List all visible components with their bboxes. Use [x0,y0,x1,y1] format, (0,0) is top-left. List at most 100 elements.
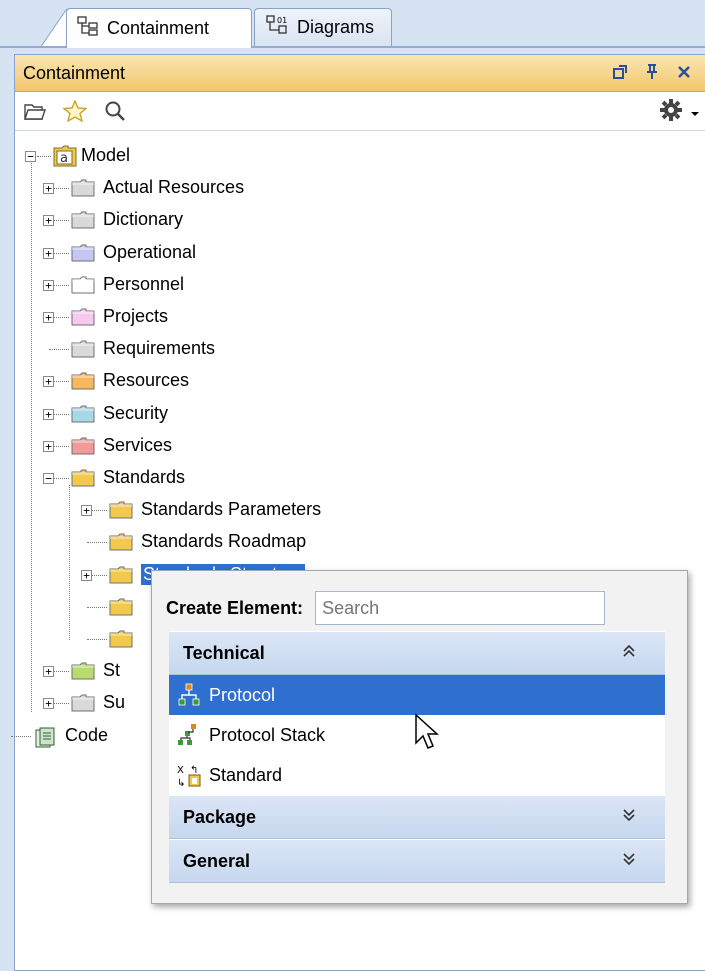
tab-containment[interactable]: Containment [66,8,252,48]
protocol-icon [175,681,203,709]
tree-item-label[interactable]: Actual Resources [103,177,244,198]
expand-toggle[interactable]: + [81,569,92,581]
search-input[interactable] [315,591,606,625]
tree-connector [87,606,107,608]
tree-item-label[interactable]: St [103,660,120,681]
tab-label: Containment [107,18,210,38]
package-folder-icon [109,501,133,524]
tree-item-label[interactable]: Su [103,692,125,713]
tree-item-label[interactable]: Resources [103,370,189,391]
collapse-toggle[interactable]: − [43,473,54,484]
package-folder-icon [71,372,95,395]
tree-root-label[interactable]: Model [81,145,130,166]
standard-icon: X ↰ ↳ [175,761,203,789]
tree-item-label[interactable]: Projects [103,306,168,327]
item-label: Protocol [209,684,276,705]
tree-connector [87,542,107,544]
expand-icon[interactable] [623,852,635,869]
tree-connector [11,735,31,737]
package-folder-icon [71,662,95,685]
expand-toggle[interactable]: + [43,376,54,388]
tab-diagrams[interactable]: 01 Diagrams [254,8,392,46]
tree-connector [49,349,69,351]
package-folder-icon [71,469,95,492]
close-icon[interactable] [675,63,693,81]
package-folder-icon [71,308,95,331]
tree-connector [37,156,51,157]
svg-text:01: 01 [277,16,287,25]
category-technical[interactable]: Technical [169,631,665,675]
open-folder-icon[interactable] [23,99,47,123]
containment-tree-icon [77,16,99,41]
panel-titlebar: Containment [15,55,705,92]
create-element-popup: Create Element: Technical Protocol Proto… [151,570,688,904]
tree-item-label[interactable]: Services [103,435,172,456]
package-folder-icon [109,630,133,653]
search-icon[interactable] [103,99,127,123]
create-element-label: Create Element: [166,597,304,618]
package-folder-icon [71,179,95,202]
expand-toggle[interactable]: + [43,312,54,323]
package-folder-icon [71,405,95,428]
category-label: Technical [183,642,265,663]
tree-item-label[interactable]: Standards Parameters [141,499,321,520]
favorite-star-icon[interactable] [63,99,87,123]
expand-toggle[interactable]: + [43,215,54,227]
diagrams-icon: 01 [265,14,289,41]
collapse-icon[interactable] [623,644,635,661]
svg-text:a: a [60,151,68,166]
expand-toggle[interactable]: + [43,440,54,452]
tab-label: Diagrams [297,17,375,37]
package-folder-icon [109,566,133,589]
expand-toggle[interactable]: + [43,698,54,710]
expand-toggle[interactable]: + [43,408,54,420]
tree-item-label[interactable]: Dictionary [103,209,183,230]
expand-toggle[interactable]: + [43,183,54,195]
list-item-standard[interactable]: X ↰ ↳ Standard [169,755,665,795]
tree-item-label[interactable]: Requirements [103,338,215,359]
package-folder-icon [109,533,133,556]
category-package[interactable]: Package [169,795,665,839]
svg-text:X: X [177,765,184,776]
gear-icon[interactable] [659,98,683,127]
package-folder-icon [71,340,95,363]
options-menu[interactable] [659,98,699,127]
tab-strip: Containment 01 Diagrams [0,0,705,48]
svg-text:↳: ↳ [177,778,185,788]
tree-item-label[interactable]: Personnel [103,274,184,295]
protocol-stack-icon [175,721,203,749]
tree-item-label[interactable]: Operational [103,242,196,263]
undock-icon[interactable] [611,63,629,81]
expand-toggle[interactable]: + [43,247,54,259]
category-general[interactable]: General [169,839,665,883]
code-model-icon [33,727,57,754]
tree-item-label[interactable]: Standards Roadmap [141,531,306,552]
item-label: Protocol Stack [209,724,326,745]
tree-connector [31,163,32,713]
tree-item-label[interactable]: Code [65,725,108,746]
chevron-down-icon[interactable] [691,102,699,123]
mouse-cursor-icon [415,713,439,749]
category-label: General [183,850,251,871]
item-label: Standard [209,764,283,785]
expand-toggle[interactable]: + [81,505,92,517]
pin-icon[interactable] [643,63,661,81]
svg-text:↰: ↰ [190,765,198,776]
expand-icon[interactable] [623,808,635,825]
package-folder-icon [109,598,133,621]
package-folder-icon [71,276,95,299]
model-icon: a [53,145,77,172]
package-folder-icon [71,244,95,267]
category-list: Technical Protocol Protocol Stack X ↰ ↳ St… [169,631,665,883]
tree-connector [87,639,107,640]
panel-title: Containment [23,62,126,83]
package-folder-icon [71,211,95,234]
panel-toolbar [15,92,705,131]
tree-item-label[interactable]: Security [103,403,168,424]
collapse-toggle[interactable]: − [25,151,36,162]
expand-toggle[interactable]: + [43,666,54,678]
expand-toggle[interactable]: + [43,279,54,291]
package-folder-icon [71,694,95,717]
tree-item-label[interactable]: Standards [103,467,185,488]
list-item-protocol[interactable]: Protocol [169,675,665,715]
